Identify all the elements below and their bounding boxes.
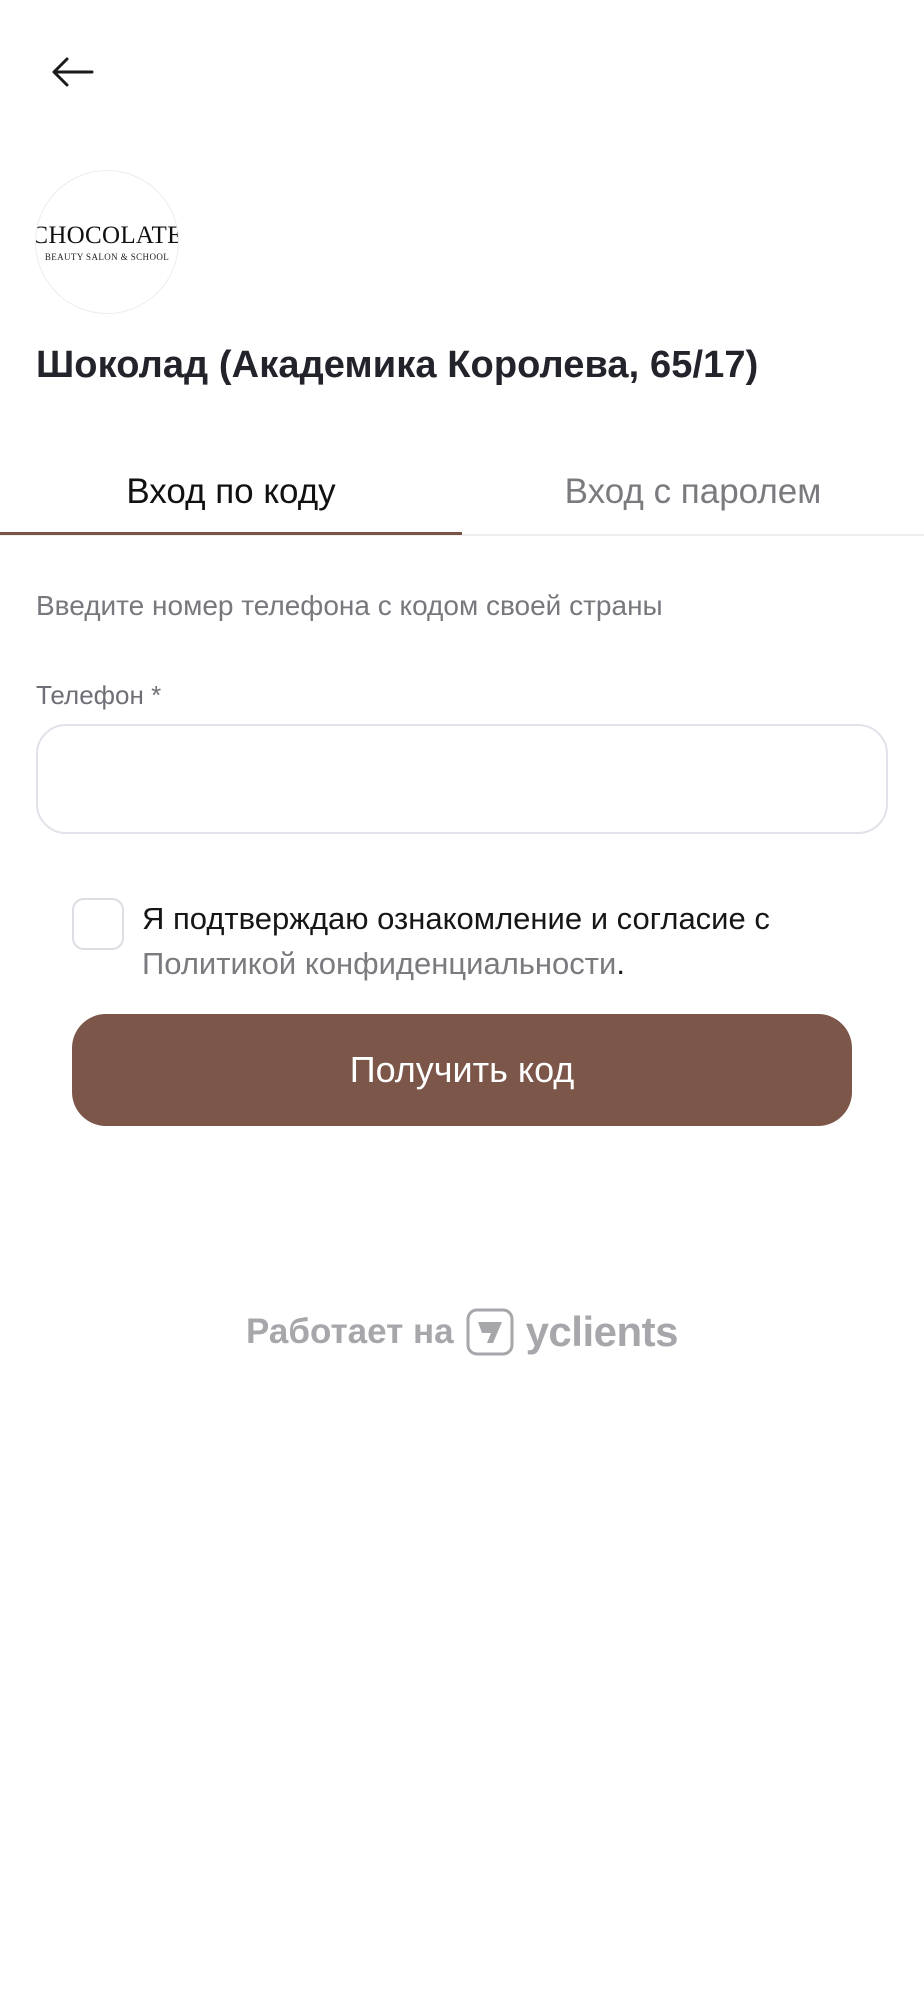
- phone-instruction: Введите номер телефона с кодом своей стр…: [36, 590, 663, 621]
- powered-by-text: Работает на: [246, 1312, 454, 1351]
- consent-suffix: .: [616, 946, 625, 981]
- active-tab-indicator: [0, 532, 462, 535]
- back-button[interactable]: [36, 40, 108, 104]
- consent-checkbox[interactable]: [72, 898, 124, 950]
- get-code-button[interactable]: Получить код: [72, 1014, 852, 1126]
- arrow-left-icon: [52, 57, 94, 87]
- consent-text: Я подтверждаю ознакомление и согласие с …: [142, 896, 882, 986]
- tab-password-login[interactable]: Вход с паролем: [462, 450, 924, 534]
- logo-tagline: BEAUTY SALON & SCHOOL: [44, 251, 170, 262]
- tab-code-login[interactable]: Вход по коду: [0, 450, 462, 534]
- phone-input[interactable]: [36, 724, 888, 834]
- yclients-logo-icon: [466, 1308, 514, 1356]
- consent-label: Я подтверждаю ознакомление и согласие с: [142, 901, 770, 936]
- privacy-policy-link[interactable]: Политикой конфиденциальности: [142, 946, 616, 981]
- salon-logo: CHOCOLATE BEAUTY SALON & SCHOOL: [35, 170, 179, 314]
- powered-by: Работает на yclients: [0, 1306, 924, 1358]
- login-tabs: Вход по коду Вход с паролем: [0, 450, 924, 536]
- phone-field-label: Телефон *: [36, 680, 162, 710]
- page-title: Шоколад (Академика Королева, 65/17): [36, 344, 759, 386]
- logo-wordmark: CHOCOLATE: [35, 221, 179, 249]
- yclients-brand-name: yclients: [525, 1308, 679, 1355]
